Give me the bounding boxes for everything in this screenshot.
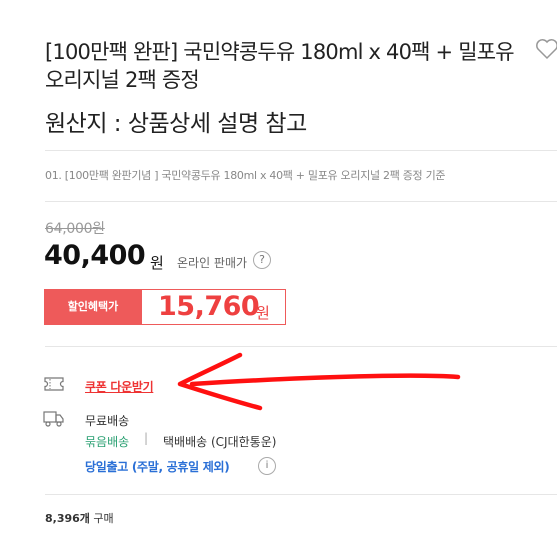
discount-label: 할인혜택가 bbox=[44, 289, 142, 325]
divider bbox=[45, 494, 557, 495]
bundle-shipping-link[interactable]: 묶음배송 bbox=[85, 433, 129, 450]
truck-icon bbox=[43, 411, 64, 427]
coupon-icon bbox=[44, 377, 64, 391]
divider bbox=[45, 201, 557, 202]
divider bbox=[45, 346, 557, 347]
free-shipping: 무료배송 bbox=[85, 414, 130, 428]
coupon-download-link[interactable]: 쿠폰 다운받기 bbox=[85, 378, 154, 395]
help-icon[interactable]: ? bbox=[253, 251, 271, 269]
price-unit: 원 bbox=[150, 254, 164, 272]
discount-unit: 원 bbox=[256, 304, 270, 322]
separator: | bbox=[144, 431, 149, 445]
online-price-label: 온라인 판매가 bbox=[177, 256, 248, 270]
option-text: 01. [100만팩 완판기념 ] 국민약콩두유 180ml x 40팩 + 밀… bbox=[45, 169, 446, 182]
origin-text: 원산지 : 상품상세 설명 참고 bbox=[45, 111, 307, 137]
purchase-count-label: 구매 bbox=[93, 512, 114, 525]
original-price: 64,000원 bbox=[45, 221, 105, 237]
product-title: [100만팩 완판] 국민약콩두유 180ml x 40팩 + 밀포유 오리지널… bbox=[45, 40, 515, 92]
discount-price: 15,760 bbox=[158, 291, 260, 322]
purchase-count: 8,396개 구매 bbox=[45, 510, 114, 526]
current-price: 40,400 bbox=[44, 240, 146, 271]
courier-text: 택배배송 (CJ대한통운) bbox=[163, 435, 277, 449]
same-day-shipping: 당일출고 (주말, 공휴일 제외) bbox=[85, 460, 230, 474]
purchase-count-value: 8,396개 bbox=[45, 512, 90, 525]
divider bbox=[45, 150, 557, 151]
heart-icon[interactable] bbox=[535, 38, 557, 60]
annotation-arrow bbox=[177, 352, 461, 411]
info-icon[interactable]: i bbox=[258, 457, 276, 475]
